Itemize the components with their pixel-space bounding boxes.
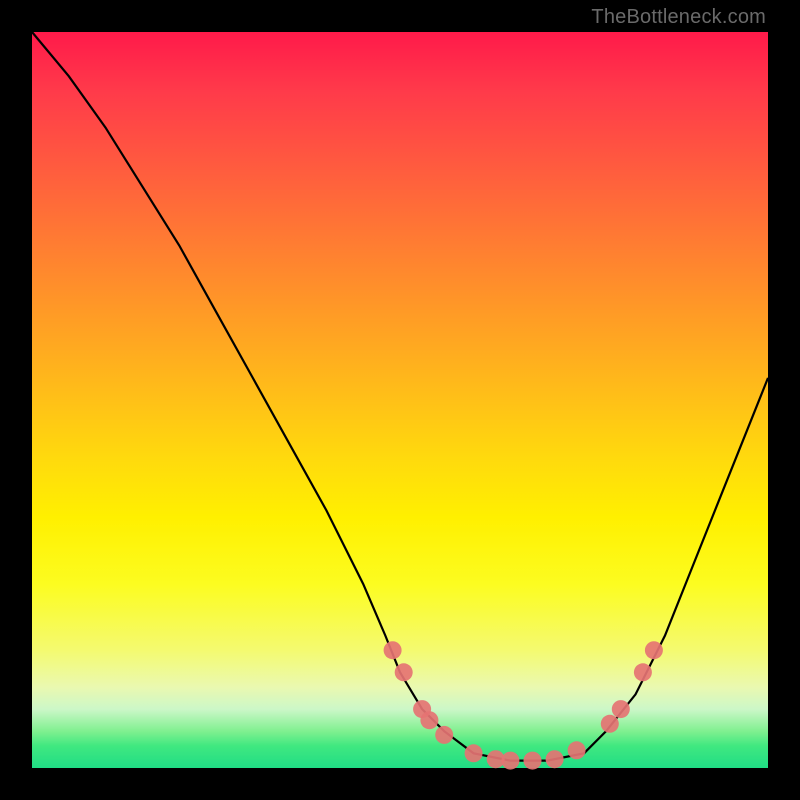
data-point <box>465 744 483 762</box>
data-point <box>384 641 402 659</box>
data-point <box>420 711 438 729</box>
data-point <box>568 741 586 759</box>
data-point <box>634 663 652 681</box>
data-point <box>546 750 564 768</box>
data-points-group <box>384 641 663 769</box>
data-point <box>601 715 619 733</box>
chart-area <box>32 32 768 768</box>
data-point <box>501 752 519 770</box>
bottleneck-curve <box>32 32 768 768</box>
data-point <box>435 726 453 744</box>
data-point <box>524 752 542 770</box>
data-point <box>645 641 663 659</box>
data-point <box>612 700 630 718</box>
watermark-text: TheBottleneck.com <box>591 6 766 29</box>
data-point <box>395 663 413 681</box>
